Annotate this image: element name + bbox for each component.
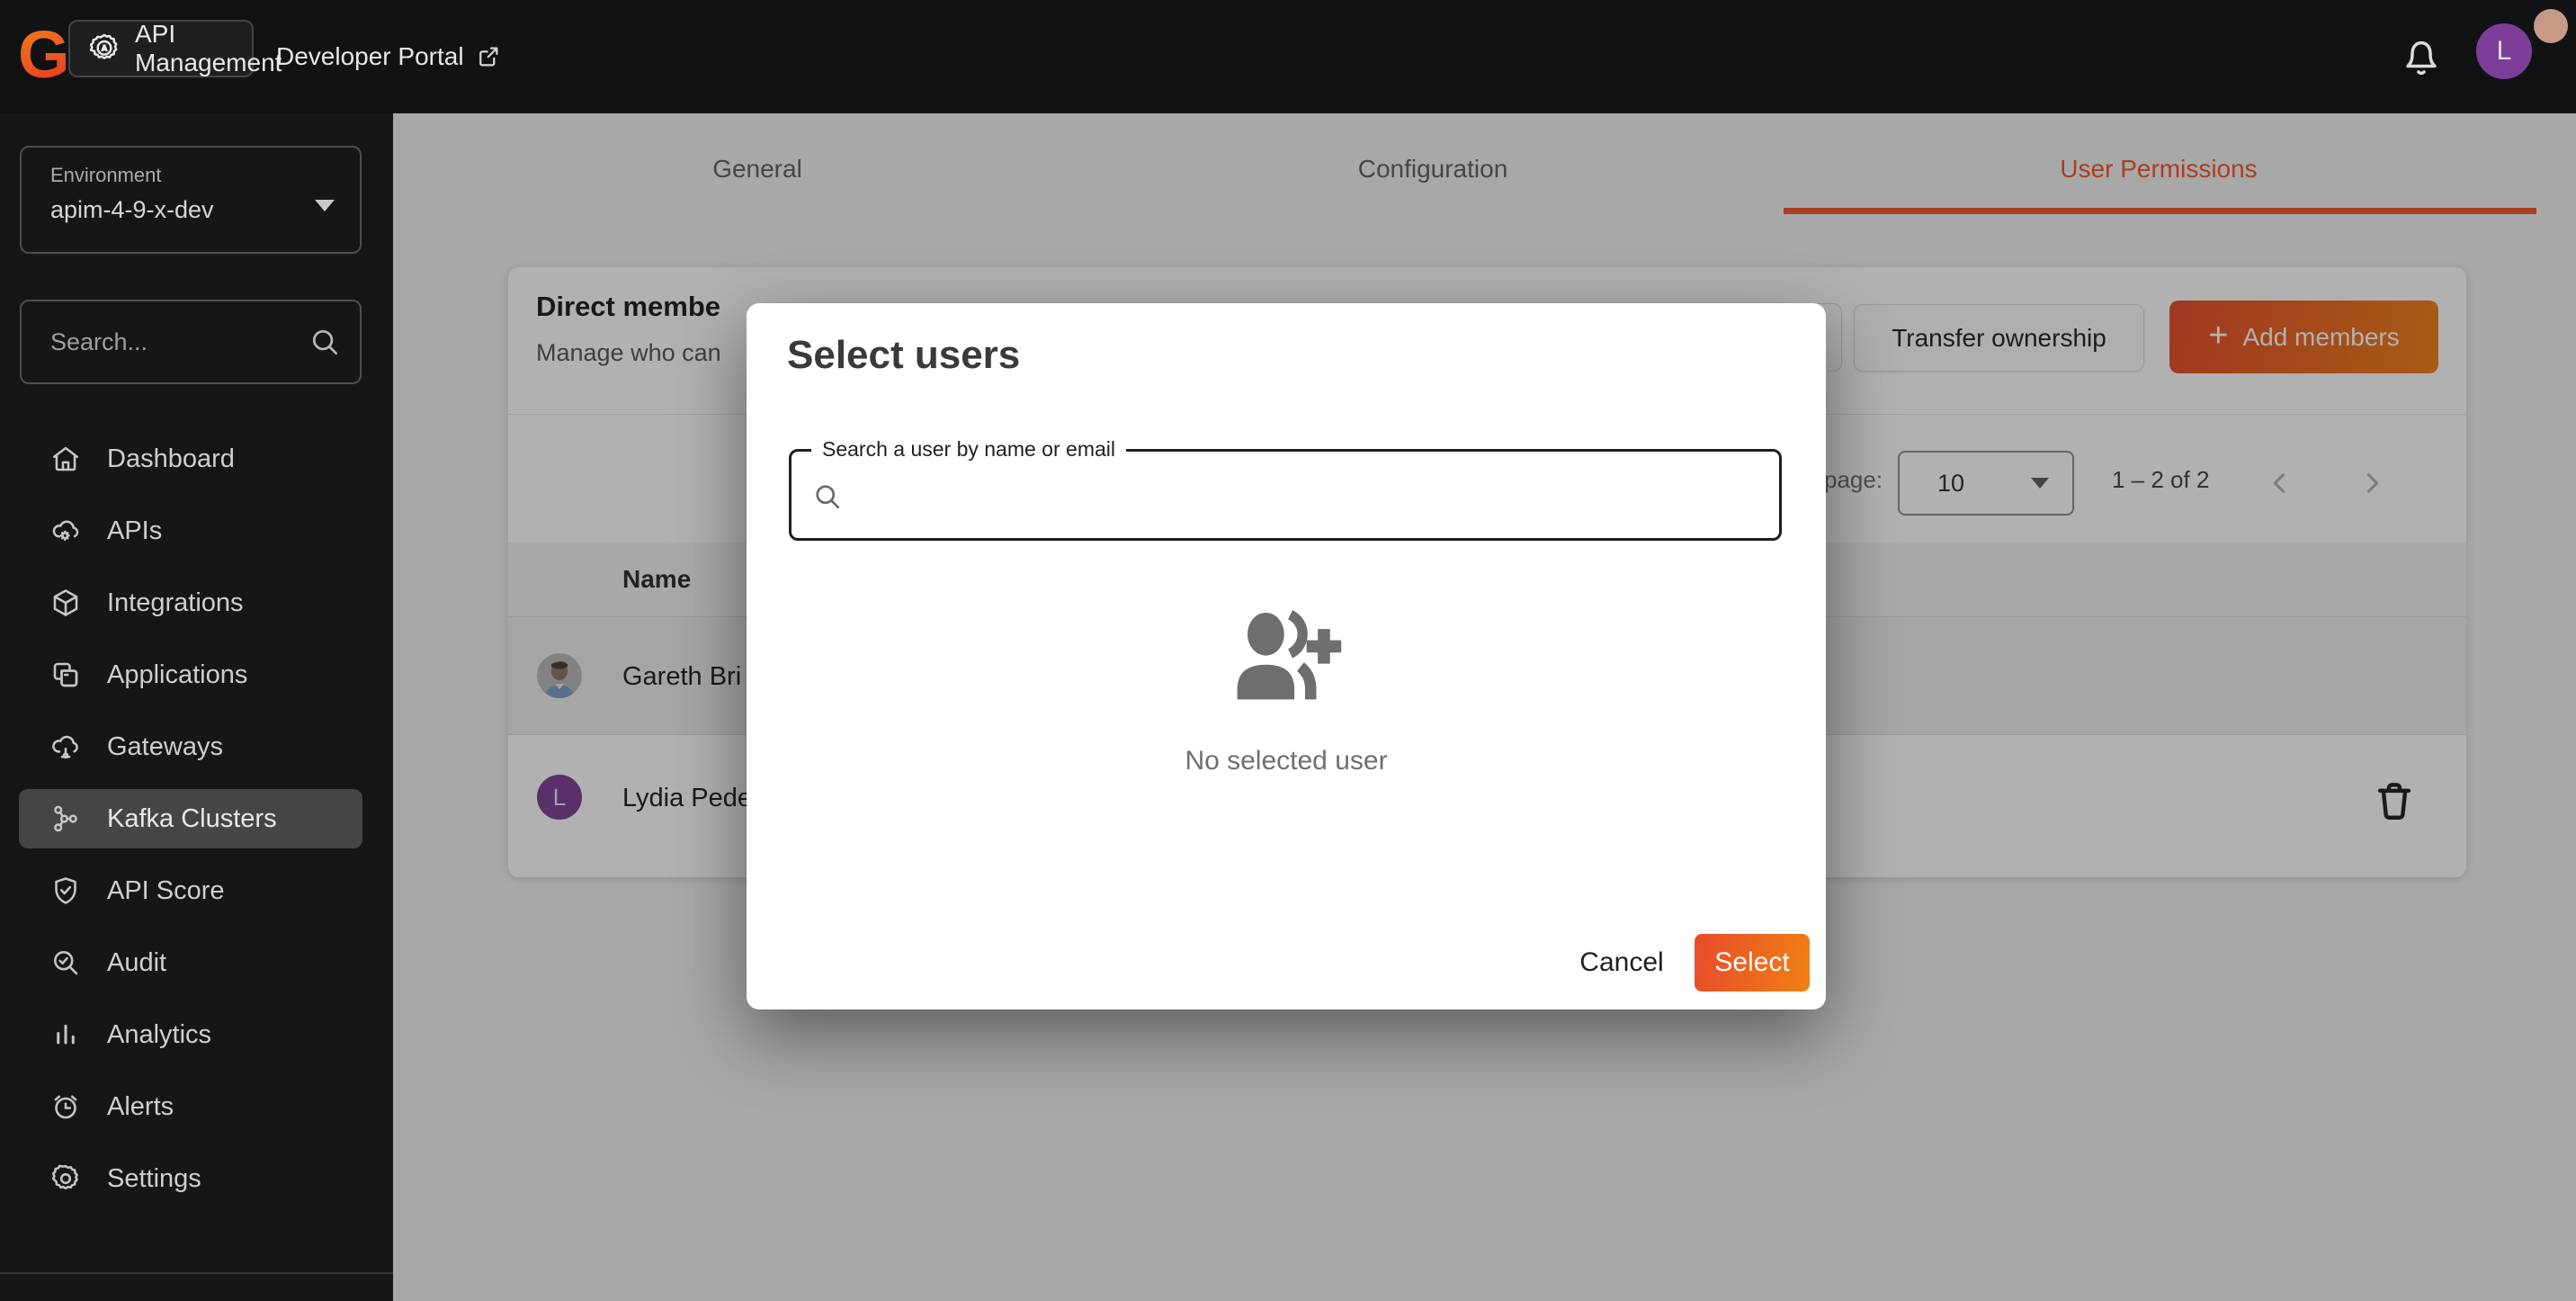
- search-icon: [811, 480, 844, 513]
- api-management-button[interactable]: API Management: [68, 20, 254, 77]
- api-management-label: API Management: [135, 20, 282, 77]
- sidebar-item-gateways[interactable]: Gateways: [19, 717, 362, 776]
- chevron-down-icon: [315, 200, 335, 211]
- gear-logo-icon: [86, 31, 122, 67]
- sidebar-item-apis[interactable]: APIs: [19, 501, 362, 561]
- empty-state-text: No selected user: [747, 746, 1826, 776]
- content-area: General Configuration User Permissions D…: [393, 113, 2576, 1301]
- cube-icon: [49, 587, 82, 619]
- cloud-gear-icon: [49, 515, 82, 547]
- user-search-input[interactable]: [859, 452, 1767, 538]
- sidebar-item-label: Audit: [107, 948, 166, 978]
- user-avatar-initial: L: [2497, 36, 2512, 67]
- sidebar-item-integrations[interactable]: Integrations: [19, 573, 362, 633]
- alarm-clock-icon: [49, 1090, 82, 1123]
- sidebar-item-label: Applications: [107, 660, 247, 690]
- sidebar-item-label: Gateways: [107, 732, 223, 762]
- environment-label: Environment: [50, 164, 340, 187]
- developer-portal-link[interactable]: Developer Portal: [276, 0, 502, 113]
- gear-icon: [49, 1162, 82, 1195]
- top-bar: G API Management Developer Portal L: [0, 0, 2576, 113]
- sidebar-search-input[interactable]: [50, 328, 308, 356]
- sidebar: Environment apim-4-9-x-dev Dashboard: [0, 113, 393, 1301]
- presence-dot: [2534, 9, 2568, 43]
- sidebar-item-settings[interactable]: Settings: [19, 1149, 362, 1208]
- select-users-dialog: Select users Search a user by name or em…: [747, 303, 1826, 1009]
- dialog-title: Select users: [787, 333, 1020, 378]
- sidebar-item-audit[interactable]: Audit: [19, 933, 362, 992]
- sidebar-item-label: Alerts: [107, 1092, 174, 1122]
- sidebar-item-label: Kafka Clusters: [107, 804, 277, 834]
- sidebar-nav: Dashboard APIs Integrations: [0, 429, 393, 1221]
- person-add-icon: [1225, 609, 1347, 708]
- sidebar-item-label: Integrations: [107, 588, 244, 618]
- user-avatar[interactable]: L: [2476, 23, 2532, 79]
- sidebar-footer-divider: [0, 1272, 393, 1301]
- notifications-bell-icon[interactable]: [2396, 31, 2446, 82]
- bar-chart-icon: [49, 1018, 82, 1051]
- empty-state: No selected user: [747, 609, 1826, 776]
- external-link-icon: [475, 43, 502, 70]
- home-icon: [49, 443, 82, 475]
- sidebar-item-label: Analytics: [107, 1020, 211, 1050]
- kafka-nodes-icon: [49, 803, 82, 835]
- search-icon: [308, 325, 342, 359]
- user-search-field: Search a user by name or email: [789, 449, 1782, 541]
- sidebar-item-applications[interactable]: Applications: [19, 645, 362, 704]
- sidebar-item-kafka-clusters[interactable]: Kafka Clusters: [19, 789, 362, 848]
- sidebar-item-label: APIs: [107, 516, 162, 546]
- sidebar-item-analytics[interactable]: Analytics: [19, 1005, 362, 1064]
- cancel-button[interactable]: Cancel: [1563, 934, 1680, 991]
- select-button[interactable]: Select: [1695, 934, 1810, 991]
- app-root: G API Management Developer Portal L: [0, 0, 2576, 1301]
- sidebar-item-api-score[interactable]: API Score: [19, 861, 362, 920]
- sidebar-item-dashboard[interactable]: Dashboard: [19, 429, 362, 489]
- shield-check-icon: [49, 875, 82, 907]
- sidebar-item-label: Settings: [107, 1164, 201, 1194]
- sidebar-item-label: Dashboard: [107, 444, 235, 474]
- sidebar-item-label: API Score: [107, 876, 225, 906]
- environment-selector[interactable]: Environment apim-4-9-x-dev: [20, 146, 362, 254]
- magnifier-check-icon: [49, 947, 82, 979]
- sidebar-search: [20, 300, 362, 384]
- cloud-gateway-icon: [49, 731, 82, 763]
- environment-value: apim-4-9-x-dev: [50, 196, 340, 224]
- sidebar-item-alerts[interactable]: Alerts: [19, 1077, 362, 1136]
- developer-portal-label: Developer Portal: [276, 42, 464, 71]
- applications-icon: [49, 659, 82, 691]
